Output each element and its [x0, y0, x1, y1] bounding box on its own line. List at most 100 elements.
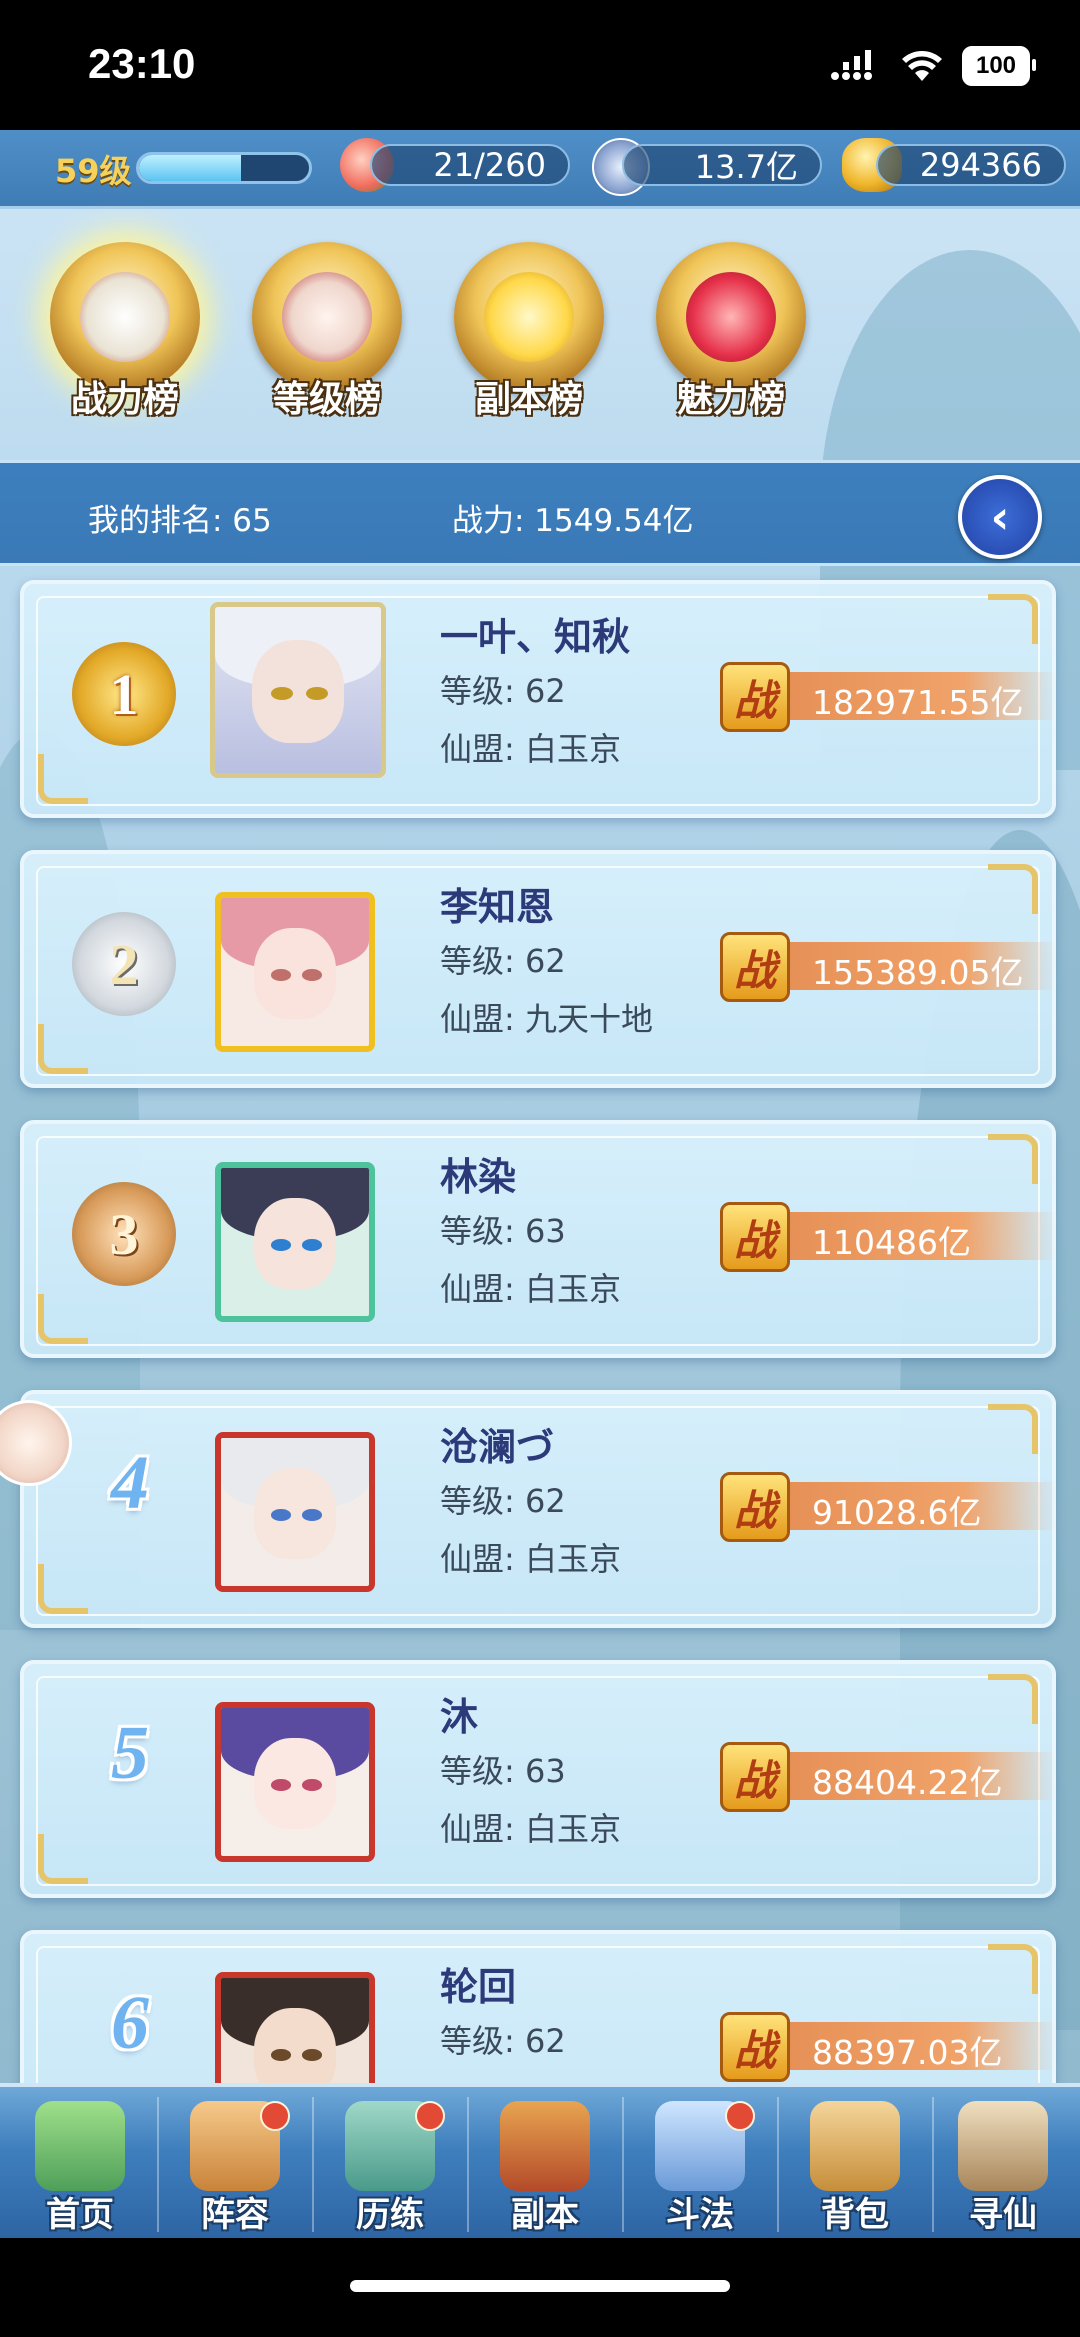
corner-ornament: [988, 1674, 1038, 1724]
back-arrow-icon: ‹: [990, 490, 1010, 544]
power-badge-icon: 战: [720, 932, 790, 1002]
player-guild-text: 仙盟: 白玉京: [440, 1810, 621, 1848]
avatar[interactable]: [215, 1432, 375, 1592]
ranking-tabs: 战力榜 等级榜 副本榜 魅力榜: [0, 220, 1080, 440]
nav-bag[interactable]: 背包: [778, 2087, 932, 2238]
my-rank-bar: 我的排名: 65 战力: 1549.54亿 ‹: [0, 460, 1080, 566]
avatar[interactable]: [210, 602, 386, 778]
status-icons: 100: [830, 46, 1036, 86]
avatar-eye: [271, 969, 291, 981]
power-display: 战 155389.05亿: [720, 932, 1056, 1002]
power-value: 88397.03亿: [812, 2033, 1003, 2072]
bronze-medal-icon: 3: [72, 1182, 176, 1286]
avatar-eye: [271, 1779, 291, 1791]
ranking-row[interactable]: 2 李知恩 等级: 62 仙盟: 九天十地 战 155389.05亿: [20, 850, 1056, 1088]
player-name: 沧澜づ: [440, 1425, 555, 1469]
avatar-eye: [302, 969, 322, 981]
rank-number: 5: [111, 1711, 149, 1795]
ranking-row[interactable]: 1 一叶、知秋 等级: 62 仙盟: 白玉京 战 182971.55亿: [20, 580, 1056, 818]
power-value: 91028.6亿: [812, 1493, 982, 1532]
nav-lineup[interactable]: 阵容: [158, 2087, 312, 2238]
tab-label: 战力榜: [70, 379, 179, 420]
corner-ornament: [38, 1564, 88, 1614]
nav-label: 背包: [821, 2195, 889, 2235]
ranking-row[interactable]: 3 林染 等级: 63 仙盟: 白玉京 战 110486亿: [20, 1120, 1056, 1358]
corner-ornament: [988, 864, 1038, 914]
notification-dot: [415, 2101, 445, 2131]
tab-dungeon-ranking[interactable]: 副本榜: [434, 220, 624, 430]
corner-ornament: [38, 1024, 88, 1074]
player-name: 一叶、知秋: [440, 615, 631, 659]
nav-label: 寻仙: [969, 2195, 1037, 2235]
avatar[interactable]: [215, 892, 375, 1052]
nav-home[interactable]: 首页: [3, 2087, 157, 2238]
status-bar: 23:10 100: [0, 0, 1080, 130]
corner-ornament: [38, 754, 88, 804]
avatar-eye: [302, 2049, 322, 2061]
avatar[interactable]: [215, 1702, 375, 1862]
avatar-eye: [271, 1509, 291, 1521]
floating-island-icon: [35, 2101, 125, 2191]
rank-number: 6: [111, 1981, 149, 2065]
stamina-counter[interactable]: 21/260: [370, 144, 570, 186]
home-indicator[interactable]: [350, 2280, 730, 2292]
home-indicator-area: [0, 2238, 1080, 2337]
corner-ornament: [988, 1134, 1038, 1184]
player-guild-text: 仙盟: 白玉京: [440, 1270, 621, 1308]
player-name: 轮回: [440, 1965, 517, 2009]
corner-ornament: [38, 1294, 88, 1344]
nav-label: 首页: [46, 2195, 114, 2235]
tab-level-ranking[interactable]: 等级榜: [232, 220, 422, 430]
avatar-eye: [271, 2049, 291, 2061]
nav-dungeon[interactable]: 副本: [468, 2087, 622, 2238]
ranking-row[interactable]: 4 沧澜づ 等级: 62 仙盟: 白玉京 战 91028.6亿: [20, 1390, 1056, 1628]
power-display: 战 91028.6亿: [720, 1472, 1056, 1542]
player-level: 59级: [55, 152, 132, 190]
back-button[interactable]: ‹: [958, 475, 1042, 559]
resource-bar: 59级 21/260 13.7亿 294366: [0, 130, 1080, 209]
player-guild-text: 仙盟: 白玉京: [440, 730, 621, 768]
gold-medal-icon: 1: [72, 642, 176, 746]
player-level-text: 等级: 62: [440, 942, 566, 980]
avatar-eye: [302, 1779, 322, 1791]
game-screen: 59级 21/260 13.7亿 294366 战力榜 等级榜 副本榜 魅力榜 …: [0, 130, 1080, 2238]
player-name: 林染: [440, 1155, 517, 1199]
rank-number: 4: [111, 1441, 149, 1525]
avatar-eye: [302, 1239, 322, 1251]
player-name: 李知恩: [440, 885, 555, 929]
status-time: 23:10: [88, 40, 196, 87]
power-display: 战 88404.22亿: [720, 1742, 1056, 1812]
silver-medal-icon: 2: [72, 912, 176, 1016]
player-guild-text: 仙盟: 九天十地: [440, 1000, 653, 1038]
avatar-face: [253, 1737, 337, 1830]
tab-charm-ranking[interactable]: 魅力榜: [636, 220, 826, 430]
avatar-eye: [271, 686, 294, 700]
power-display: 战 182971.55亿: [720, 662, 1056, 732]
tab-power-ranking[interactable]: 战力榜: [30, 220, 220, 430]
xp-bar: [136, 152, 312, 184]
nav-training[interactable]: 历练: [313, 2087, 467, 2238]
corner-ornament: [988, 594, 1038, 644]
bag-icon: [810, 2101, 900, 2191]
gate-icon: [500, 2101, 590, 2191]
nav-arena[interactable]: 斗法: [623, 2087, 777, 2238]
silver-counter[interactable]: 13.7亿: [622, 144, 822, 186]
power-badge-icon: 战: [720, 2012, 790, 2082]
nav-seek[interactable]: 寻仙: [926, 2087, 1080, 2238]
avatar[interactable]: [215, 1162, 375, 1322]
avatar-face: [251, 640, 345, 744]
gold-counter[interactable]: 294366: [876, 144, 1066, 186]
avatar-face: [253, 1467, 337, 1560]
nav-label: 副本: [511, 2195, 579, 2235]
bottom-navigation: 首页 阵容 历练 副本 斗法 背包 寻仙: [0, 2083, 1080, 2238]
power-display: 战 88397.03亿: [720, 2012, 1056, 2082]
power-value: 155389.05亿: [812, 953, 1024, 992]
corner-ornament: [38, 1834, 88, 1884]
ranking-row[interactable]: 5 沐 等级: 63 仙盟: 白玉京 战 88404.22亿: [20, 1660, 1056, 1898]
xp-fill: [139, 155, 241, 181]
power-display: 战 110486亿: [720, 1202, 1056, 1272]
player-level-text: 等级: 62: [440, 1482, 566, 1520]
corner-ornament: [988, 1404, 1038, 1454]
nav-label: 阵容: [201, 2195, 269, 2235]
tab-label: 副本榜: [474, 379, 583, 420]
